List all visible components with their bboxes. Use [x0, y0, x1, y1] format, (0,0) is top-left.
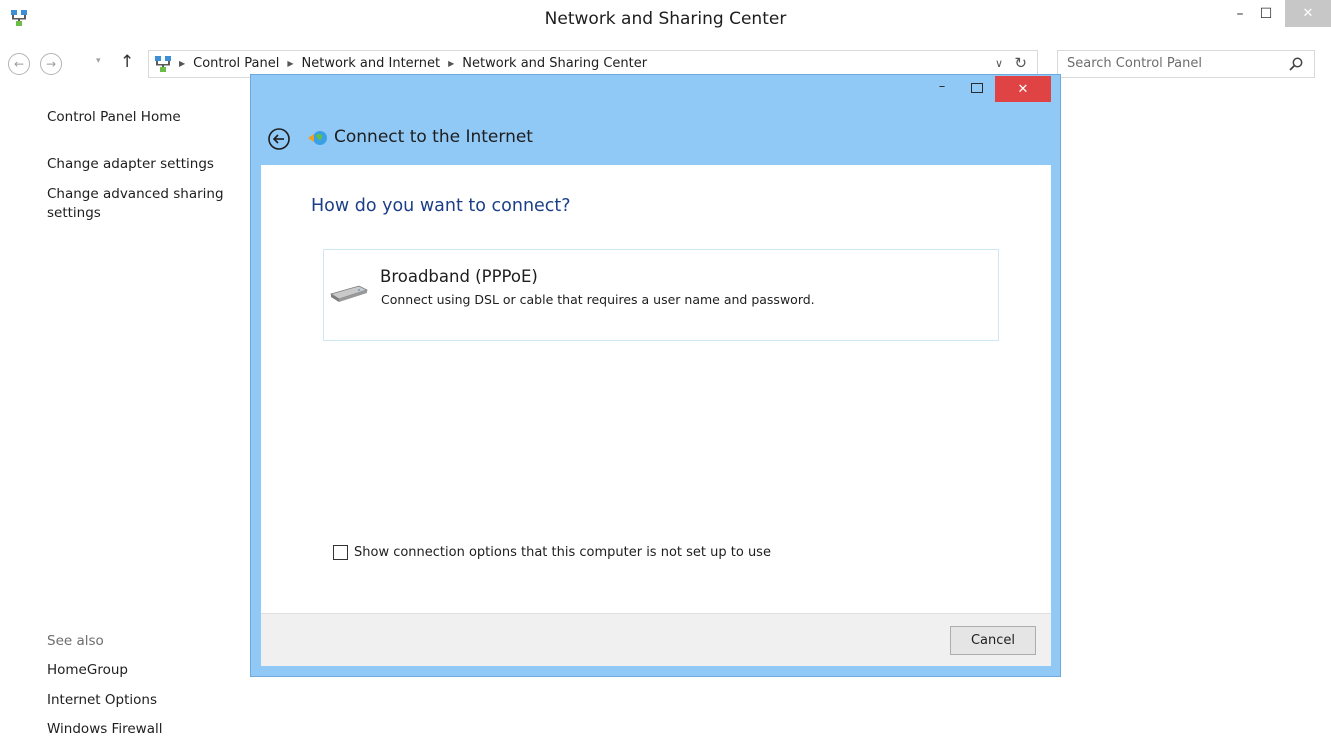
title-bar: Network and Sharing Center – ☐ ✕	[0, 0, 1331, 40]
search-placeholder: Search Control Panel	[1067, 56, 1202, 71]
search-input[interactable]: Search Control Panel	[1057, 50, 1315, 78]
dialog-maximize-button[interactable]	[970, 81, 984, 95]
window-controls: – ☐ ✕	[1227, 0, 1331, 30]
dialog-minimize-button[interactable]: –	[932, 79, 952, 101]
cancel-button[interactable]: Cancel	[950, 626, 1036, 655]
address-dropdown-button[interactable]: ∨	[995, 57, 1003, 70]
recent-locations-button[interactable]: ▾	[96, 56, 101, 66]
breadcrumb-item-network-and-internet[interactable]: Network and Internet	[302, 56, 441, 71]
back-arrow-icon[interactable]	[267, 127, 291, 151]
homegroup-link[interactable]: HomeGroup	[47, 661, 128, 680]
breadcrumb: ▶ Control Panel ▶ Network and Internet ▶…	[179, 56, 647, 71]
connect-globe-icon	[308, 131, 327, 145]
dialog-heading: How do you want to connect?	[311, 196, 571, 216]
close-button[interactable]: ✕	[1285, 0, 1331, 27]
change-adapter-settings-link[interactable]: Change adapter settings	[47, 155, 214, 174]
search-icon[interactable]	[1288, 56, 1304, 72]
show-options-checkbox-label[interactable]: Show connection options that this comput…	[354, 545, 771, 560]
dialog-close-button[interactable]: ✕	[995, 76, 1051, 102]
forward-button[interactable]: →	[40, 53, 62, 75]
option-title: Broadband (PPPoE)	[380, 267, 538, 286]
change-advanced-sharing-settings-link[interactable]: Change advanced sharing settings	[47, 185, 224, 223]
up-button[interactable]: ↑	[120, 52, 134, 72]
window-title: Network and Sharing Center	[544, 9, 787, 29]
breadcrumb-item-network-and-sharing-center[interactable]: Network and Sharing Center	[462, 56, 647, 71]
link-line: settings	[47, 205, 101, 221]
show-options-checkbox-row[interactable]: Show connection options that this comput…	[333, 545, 771, 560]
breadcrumb-item-control-panel[interactable]: Control Panel	[193, 56, 279, 71]
dialog-footer: Cancel	[261, 613, 1051, 666]
link-line: Change advanced sharing	[47, 186, 224, 202]
control-panel-home-link[interactable]: Control Panel Home	[47, 108, 181, 127]
network-icon	[155, 56, 171, 72]
see-also-heading: See also	[47, 633, 104, 649]
maximize-button[interactable]: ☐	[1253, 0, 1279, 27]
show-options-checkbox[interactable]	[333, 545, 348, 560]
connect-dialog: – ✕ Connect to the Internet How do you w…	[250, 74, 1061, 677]
back-button[interactable]: ←	[8, 53, 30, 75]
refresh-button[interactable]: ↻	[1014, 54, 1027, 72]
modem-icon	[330, 285, 369, 302]
internet-options-link[interactable]: Internet Options	[47, 691, 157, 710]
minimize-button[interactable]: –	[1227, 0, 1253, 27]
dialog-content: How do you want to connect? Broadband (P…	[261, 165, 1051, 613]
dialog-title: Connect to the Internet	[334, 127, 533, 147]
option-description: Connect using DSL or cable that requires…	[381, 292, 815, 307]
breadcrumb-chevron-icon[interactable]: ▶	[287, 59, 293, 68]
breadcrumb-chevron-icon[interactable]: ▶	[179, 59, 185, 68]
broadband-pppoe-option[interactable]: Broadband (PPPoE) Connect using DSL or c…	[323, 249, 999, 341]
breadcrumb-chevron-icon[interactable]: ▶	[448, 59, 454, 68]
windows-firewall-link[interactable]: Windows Firewall	[47, 720, 162, 739]
